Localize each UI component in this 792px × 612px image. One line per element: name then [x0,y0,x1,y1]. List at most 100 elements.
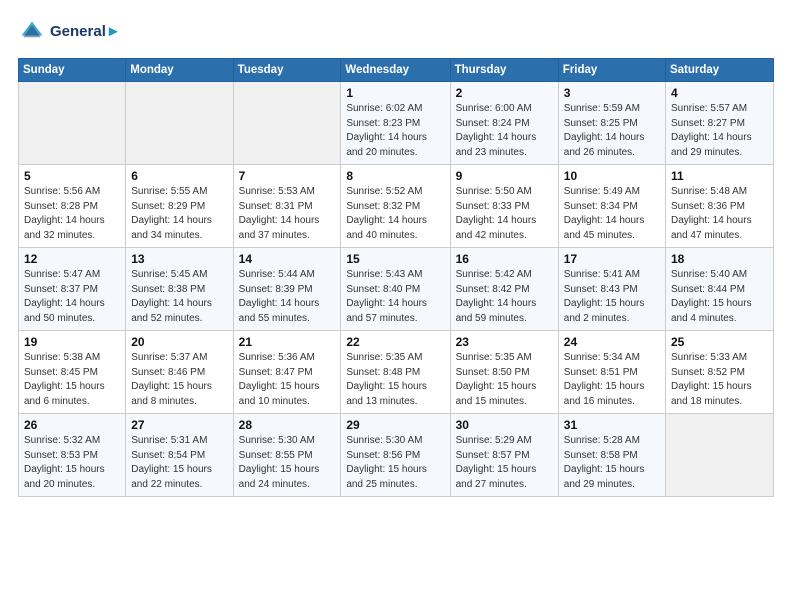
page: General► SundayMondayTuesdayWednesdayThu… [0,0,792,612]
logo-blue: ► [106,23,121,40]
calendar-cell [19,82,126,165]
calendar-cell: 11Sunrise: 5:48 AMSunset: 8:36 PMDayligh… [665,165,773,248]
day-info: Sunrise: 6:00 AMSunset: 8:24 PMDaylight:… [456,102,553,160]
day-number: 24 [564,335,660,349]
day-info: Sunrise: 5:40 AMSunset: 8:44 PMDaylight:… [671,268,768,326]
calendar-cell: 22 Sunrise: 5:35 AMSunset: 8:48 PMDayligh… [341,331,450,414]
day-number: 2 [456,86,553,100]
calendar-cell: 23 Sunrise: 5:35 AMSunset: 8:50 PMDayligh… [450,331,558,414]
calendar-cell: 8Sunrise: 5:52 AMSunset: 8:32 PMDaylight… [341,165,450,248]
calendar-cell: 30 Sunrise: 5:29 AMSunset: 8:57 PMDayligh… [450,414,558,497]
calendar-cell: 4 Sunrise: 5:57 AMSunset: 8:27 PMDaylight… [665,82,773,165]
day-number: 21 [239,335,336,349]
calendar-cell: 28Sunrise: 5:30 AMSunset: 8:55 PMDayligh… [233,414,341,497]
day-info: Sunrise: 5:42 AMSunset: 8:42 PMDaylight:… [456,268,553,326]
weekday-header-tuesday: Tuesday [233,59,341,82]
logo-icon [18,18,46,46]
day-info: Sunrise: 5:57 AMSunset: 8:27 PMDaylight:… [671,102,768,160]
calendar-cell: 26Sunrise: 5:32 AMSunset: 8:53 PMDayligh… [19,414,126,497]
calendar-cell: 18Sunrise: 5:40 AMSunset: 8:44 PMDayligh… [665,248,773,331]
calendar-cell: 21 Sunrise: 5:36 AMSunset: 8:47 PMDayligh… [233,331,341,414]
weekday-header-thursday: Thursday [450,59,558,82]
day-info: Sunrise: 5:53 AMSunset: 8:31 PMDaylight:… [239,185,336,243]
calendar-cell: 24 Sunrise: 5:34 AMSunset: 8:51 PMDayligh… [558,331,665,414]
day-info: Sunrise: 5:59 AMSunset: 8:25 PMDaylight:… [564,102,660,160]
weekday-header-monday: Monday [126,59,233,82]
day-number: 16 [456,252,553,266]
calendar-cell [665,414,773,497]
day-info: Sunrise: 5:28 AMSunset: 8:58 PMDaylight:… [564,434,660,492]
weekday-header-friday: Friday [558,59,665,82]
calendar-cell: 31 Sunrise: 5:28 AMSunset: 8:58 PMDayligh… [558,414,665,497]
day-number: 4 [671,86,768,100]
logo-text: General► [50,24,121,41]
calendar-table: SundayMondayTuesdayWednesdayThursdayFrid… [18,58,774,497]
header: General► [18,18,774,46]
day-info: Sunrise: 5:43 AMSunset: 8:40 PMDaylight:… [346,268,444,326]
calendar-header-row: SundayMondayTuesdayWednesdayThursdayFrid… [19,59,774,82]
weekday-header-saturday: Saturday [665,59,773,82]
day-info: Sunrise: 5:55 AMSunset: 8:29 PMDaylight:… [131,185,227,243]
day-number: 5 [24,169,120,183]
calendar-cell: 5Sunrise: 5:56 AMSunset: 8:28 PMDaylight… [19,165,126,248]
day-number: 27 [131,418,227,432]
day-info: Sunrise: 5:33 AMSunset: 8:52 PMDaylight:… [671,351,768,409]
calendar-cell: 13 Sunrise: 5:45 AMSunset: 8:38 PMDayligh… [126,248,233,331]
day-info: Sunrise: 5:35 AMSunset: 8:50 PMDaylight:… [456,351,553,409]
day-info: Sunrise: 5:41 AMSunset: 8:43 PMDaylight:… [564,268,660,326]
day-number: 10 [564,169,660,183]
day-info: Sunrise: 5:45 AMSunset: 8:38 PMDaylight:… [131,268,227,326]
day-info: Sunrise: 5:30 AMSunset: 8:55 PMDaylight:… [239,434,336,492]
day-info: Sunrise: 5:30 AMSunset: 8:56 PMDaylight:… [346,434,444,492]
day-number: 15 [346,252,444,266]
calendar-cell: 15 Sunrise: 5:43 AMSunset: 8:40 PMDayligh… [341,248,450,331]
calendar-cell: 27 Sunrise: 5:31 AMSunset: 8:54 PMDayligh… [126,414,233,497]
day-number: 23 [456,335,553,349]
logo: General► [18,18,121,46]
day-number: 19 [24,335,120,349]
day-number: 30 [456,418,553,432]
day-info: Sunrise: 5:38 AMSunset: 8:45 PMDaylight:… [24,351,120,409]
calendar-week-4: 19 Sunrise: 5:38 AMSunset: 8:45 PMDayligh… [19,331,774,414]
day-info: Sunrise: 5:35 AMSunset: 8:48 PMDaylight:… [346,351,444,409]
day-info: Sunrise: 5:50 AMSunset: 8:33 PMDaylight:… [456,185,553,243]
day-number: 25 [671,335,768,349]
calendar-cell: 19 Sunrise: 5:38 AMSunset: 8:45 PMDayligh… [19,331,126,414]
day-info: Sunrise: 5:48 AMSunset: 8:36 PMDaylight:… [671,185,768,243]
calendar-cell: 6 Sunrise: 5:55 AMSunset: 8:29 PMDaylight… [126,165,233,248]
calendar-cell: 16 Sunrise: 5:42 AMSunset: 8:42 PMDayligh… [450,248,558,331]
day-number: 1 [346,86,444,100]
weekday-header-wednesday: Wednesday [341,59,450,82]
calendar-week-1: 1 Sunrise: 6:02 AMSunset: 8:23 PMDaylight… [19,82,774,165]
day-number: 31 [564,418,660,432]
calendar-cell: 7Sunrise: 5:53 AMSunset: 8:31 PMDaylight… [233,165,341,248]
day-info: Sunrise: 5:52 AMSunset: 8:32 PMDaylight:… [346,185,444,243]
day-info: Sunrise: 5:36 AMSunset: 8:47 PMDaylight:… [239,351,336,409]
day-info: Sunrise: 5:34 AMSunset: 8:51 PMDaylight:… [564,351,660,409]
day-number: 13 [131,252,227,266]
calendar-week-5: 26Sunrise: 5:32 AMSunset: 8:53 PMDayligh… [19,414,774,497]
day-info: Sunrise: 6:02 AMSunset: 8:23 PMDaylight:… [346,102,444,160]
day-number: 6 [131,169,227,183]
calendar-week-2: 5Sunrise: 5:56 AMSunset: 8:28 PMDaylight… [19,165,774,248]
day-number: 14 [239,252,336,266]
day-number: 20 [131,335,227,349]
day-info: Sunrise: 5:31 AMSunset: 8:54 PMDaylight:… [131,434,227,492]
calendar-cell [126,82,233,165]
calendar-cell: 29Sunrise: 5:30 AMSunset: 8:56 PMDayligh… [341,414,450,497]
day-number: 22 [346,335,444,349]
calendar-cell: 2 Sunrise: 6:00 AMSunset: 8:24 PMDaylight… [450,82,558,165]
day-info: Sunrise: 5:29 AMSunset: 8:57 PMDaylight:… [456,434,553,492]
day-info: Sunrise: 5:37 AMSunset: 8:46 PMDaylight:… [131,351,227,409]
calendar-cell: 17 Sunrise: 5:41 AMSunset: 8:43 PMDayligh… [558,248,665,331]
calendar-cell [233,82,341,165]
day-number: 9 [456,169,553,183]
day-number: 17 [564,252,660,266]
calendar-cell: 14Sunrise: 5:44 AMSunset: 8:39 PMDayligh… [233,248,341,331]
logo-line1: General► [50,24,121,41]
day-info: Sunrise: 5:49 AMSunset: 8:34 PMDaylight:… [564,185,660,243]
calendar-cell: 10 Sunrise: 5:49 AMSunset: 8:34 PMDayligh… [558,165,665,248]
calendar-cell: 25 Sunrise: 5:33 AMSunset: 8:52 PMDayligh… [665,331,773,414]
calendar-cell: 9 Sunrise: 5:50 AMSunset: 8:33 PMDaylight… [450,165,558,248]
calendar-cell: 12Sunrise: 5:47 AMSunset: 8:37 PMDayligh… [19,248,126,331]
